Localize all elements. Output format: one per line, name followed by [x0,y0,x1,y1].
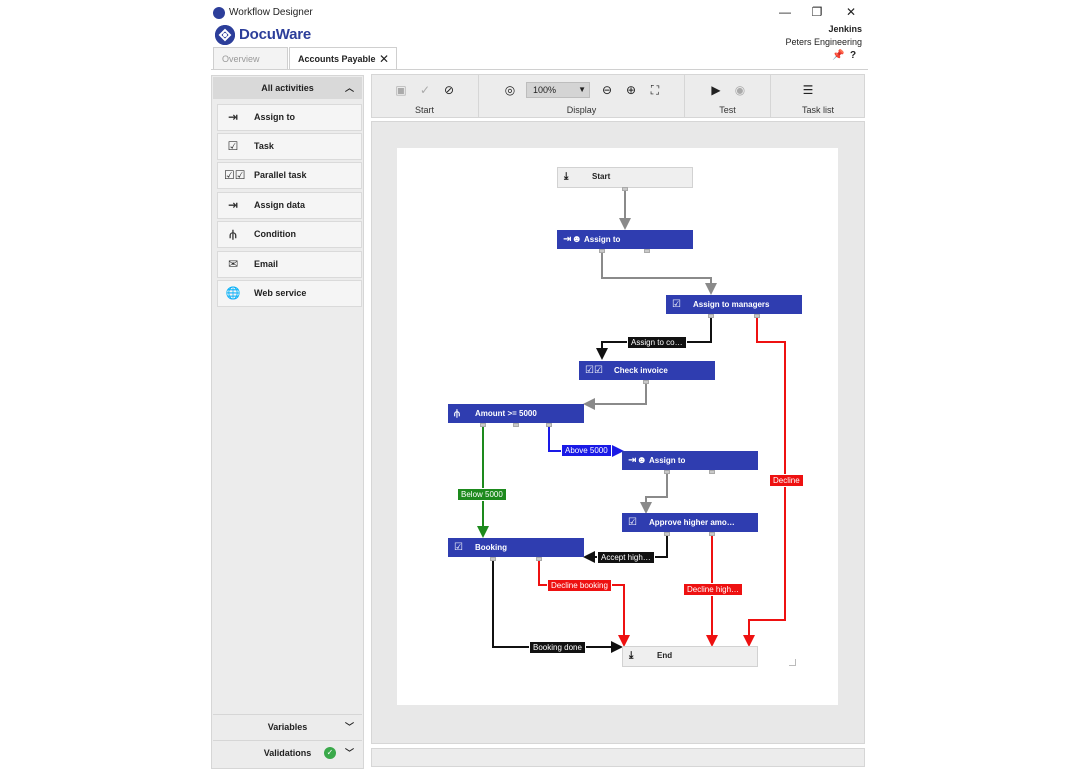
node-booking[interactable]: ☑ Booking [448,538,584,557]
node-assign-to-managers[interactable]: ☑ Assign to managers [666,295,802,314]
node-start[interactable]: ⤓ Start [557,167,693,188]
edge-label-assign-to-co[interactable]: Assign to co… [627,336,687,349]
node-approve-higher[interactable]: ☑ Approve higher amo… [622,513,758,532]
node-port[interactable] [709,532,715,536]
node-port[interactable] [643,380,649,384]
edge-label-accept-high[interactable]: Accept high… [597,551,655,564]
node-port[interactable] [754,314,760,318]
node-port[interactable] [546,423,552,427]
edge-check-amount [583,382,647,410]
edge-assign-managers [601,252,717,295]
node-label: Assign to [584,235,621,244]
node-assign-to-2[interactable]: ⇥☻ Assign to [622,451,758,470]
node-port[interactable] [708,314,714,318]
node-end[interactable]: ⤓ End [622,646,758,667]
node-label: Assign to managers [693,300,770,309]
node-amount-condition[interactable]: ⫛ Amount >= 5000 [448,404,584,423]
node-label: End [657,651,673,660]
node-port[interactable] [480,423,486,427]
node-label: Amount >= 5000 [475,409,537,418]
node-label: Booking [475,543,507,552]
start-icon: ⤓ [564,171,569,182]
task-icon: ☑ [454,542,463,553]
edge-label-decline[interactable]: Decline [769,474,804,487]
resize-grip-icon[interactable] [789,659,796,666]
node-label: Check invoice [614,366,668,375]
node-assign-to-1[interactable]: ⇥☻ Assign to [557,230,693,249]
node-label: Start [592,172,611,181]
parallel-task-icon: ☑☑ [585,365,603,376]
edge-booking-end-done [492,560,623,653]
node-label: Assign to [649,456,686,465]
workflow-edges [477,191,786,653]
node-port[interactable] [536,557,542,561]
task-icon: ☑ [672,299,681,310]
node-check-invoice[interactable]: ☑☑ Check invoice [579,361,715,380]
node-port[interactable] [513,423,519,427]
node-label: Approve higher amo… [649,518,735,527]
node-port[interactable] [664,532,670,536]
node-port[interactable] [622,187,628,191]
task-icon: ☑ [628,517,637,528]
node-port[interactable] [490,557,496,561]
node-port[interactable] [599,249,605,253]
edge-label-decline-booking[interactable]: Decline booking [547,579,612,592]
edge-booking-end-decline [538,560,630,647]
edge-assign2-approve [640,474,668,514]
edge-label-below-5000[interactable]: Below 5000 [457,488,507,501]
edge-label-decline-high[interactable]: Decline high… [683,583,744,596]
edge-label-above-5000[interactable]: Above 5000 [561,444,612,457]
node-port[interactable] [709,470,715,474]
node-port[interactable] [644,249,650,253]
end-icon: ⤓ [629,650,634,661]
node-port[interactable] [664,470,670,474]
assign-to-icon: ⇥☻ [628,455,647,466]
assign-to-icon: ⇥☻ [563,234,582,245]
edge-label-booking-done[interactable]: Booking done [529,641,586,654]
condition-icon: ⫛ [454,408,460,419]
